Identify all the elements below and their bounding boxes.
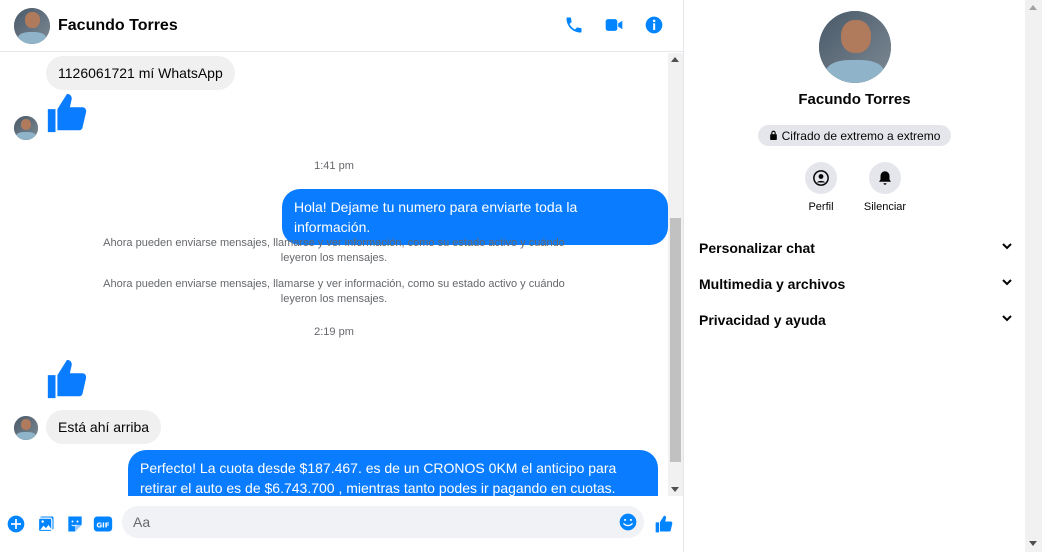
messenger-window: Facundo Torres 1126061721 mí WhatsApp 1:…	[0, 0, 1042, 552]
like-icon[interactable]	[44, 356, 90, 402]
info-icon[interactable]	[643, 14, 665, 36]
section-title: Privacidad y ayuda	[699, 312, 826, 328]
contact-avatar-small[interactable]	[14, 416, 38, 440]
mute-label: Silenciar	[863, 201, 907, 213]
scroll-down-icon[interactable]	[1029, 541, 1037, 546]
conversation-info-panel: Facundo Torres Cifrado de extremo a extr…	[684, 0, 1025, 552]
section-privacy-help[interactable]: Privacidad y ayuda	[699, 308, 1013, 332]
scroll-thumb[interactable]	[670, 218, 681, 462]
profile-icon	[813, 170, 829, 186]
emoji-icon[interactable]	[618, 512, 638, 532]
chevron-down-icon	[1001, 311, 1013, 329]
image-icon[interactable]	[36, 514, 56, 534]
message-scrollbar[interactable]	[668, 53, 683, 496]
section-media-files[interactable]: Multimedia y archivos	[699, 272, 1013, 296]
encryption-label: Cifrado de extremo a extremo	[781, 128, 941, 143]
profile-label: Perfil	[808, 201, 834, 213]
system-message: Ahora pueden enviarse mensajes, llamarse…	[103, 237, 565, 264]
encryption-badge[interactable]: Cifrado de extremo a extremo	[758, 125, 951, 146]
contact-avatar-small[interactable]	[14, 116, 38, 140]
message-input-wrapper	[122, 506, 644, 538]
profile-avatar[interactable]	[819, 11, 891, 83]
contact-avatar[interactable]	[14, 7, 50, 44]
chevron-down-icon	[1001, 275, 1013, 293]
message-input[interactable]	[133, 506, 603, 538]
video-call-icon[interactable]	[603, 14, 625, 36]
chat-header: Facundo Torres	[0, 0, 683, 52]
phone-icon[interactable]	[563, 14, 585, 36]
plus-icon[interactable]	[6, 514, 26, 534]
message-composer: GIF	[0, 496, 683, 552]
profile-button[interactable]: Perfil	[791, 162, 851, 213]
lock-icon	[769, 129, 778, 143]
message-list[interactable]: 1126061721 mí WhatsApp 1:41 pm Hola! Dej…	[0, 53, 668, 496]
section-title: Personalizar chat	[699, 240, 815, 256]
scroll-down-icon[interactable]	[671, 487, 679, 492]
send-like-icon[interactable]	[654, 514, 674, 534]
contact-name[interactable]: Facundo Torres	[58, 17, 178, 35]
system-message: Ahora pueden enviarse mensajes, llamarse…	[103, 278, 565, 305]
scroll-up-icon[interactable]	[671, 57, 679, 62]
timestamp: 1:41 pm	[314, 160, 354, 172]
gif-icon[interactable]: GIF	[93, 514, 113, 534]
panel-scrollbar[interactable]	[1025, 0, 1042, 552]
scroll-up-icon[interactable]	[1029, 5, 1037, 10]
incoming-message[interactable]: 1126061721 mí WhatsApp	[46, 56, 235, 90]
chevron-down-icon	[1001, 239, 1013, 257]
profile-name: Facundo Torres	[798, 91, 911, 108]
section-customize-chat[interactable]: Personalizar chat	[699, 236, 1013, 260]
sticker-icon[interactable]	[65, 514, 85, 534]
bell-icon	[879, 171, 891, 185]
mute-button[interactable]: Silenciar	[855, 162, 915, 213]
like-icon[interactable]	[44, 90, 90, 136]
section-title: Multimedia y archivos	[699, 276, 846, 292]
svg-text:GIF: GIF	[96, 520, 109, 529]
outgoing-message[interactable]: Perfecto! La cuota desde $187.467. es de…	[128, 450, 658, 496]
incoming-message[interactable]: Está ahí arriba	[46, 410, 162, 444]
timestamp: 2:19 pm	[314, 326, 354, 338]
